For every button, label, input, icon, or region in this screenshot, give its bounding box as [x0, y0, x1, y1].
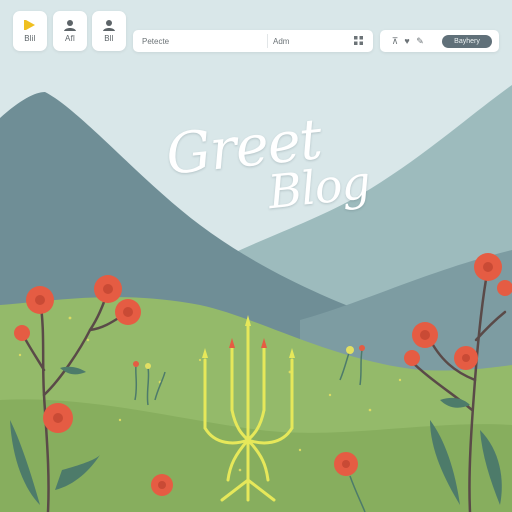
- user-icon: [103, 20, 115, 31]
- grid-icon[interactable]: [354, 36, 363, 45]
- play-icon: [24, 20, 35, 30]
- tile-label: Afl: [65, 34, 75, 43]
- action-group: ⊼ ♥ ✎ Bayhery: [380, 30, 499, 52]
- search-field-left[interactable]: Petecte: [142, 37, 169, 46]
- blog-page: Blil Afl Bll Petecte Adm ⊼ ♥ ✎ Bayhery G…: [0, 0, 512, 512]
- user-icon: [64, 20, 76, 31]
- landscape-illustration: [0, 0, 512, 512]
- toolbar: Blil Afl Bll Petecte Adm ⊼ ♥ ✎ Bayhery: [0, 0, 512, 62]
- heart-icon[interactable]: ♥: [402, 35, 412, 47]
- tile-bll[interactable]: Bll: [92, 11, 126, 51]
- divider: [267, 34, 268, 48]
- blog-title-line2: Blog: [265, 154, 373, 220]
- search-field-right[interactable]: Adm: [273, 37, 289, 46]
- primary-button[interactable]: Bayhery: [442, 35, 492, 48]
- search-bar[interactable]: Petecte Adm: [133, 30, 373, 52]
- tile-label: Bll: [104, 34, 114, 43]
- tile-label: Blil: [24, 34, 36, 43]
- pin-icon[interactable]: ⊼: [390, 35, 400, 47]
- pencil-icon[interactable]: ✎: [415, 35, 425, 47]
- tile-afl[interactable]: Afl: [53, 11, 87, 51]
- tile-blil[interactable]: Blil: [13, 11, 47, 51]
